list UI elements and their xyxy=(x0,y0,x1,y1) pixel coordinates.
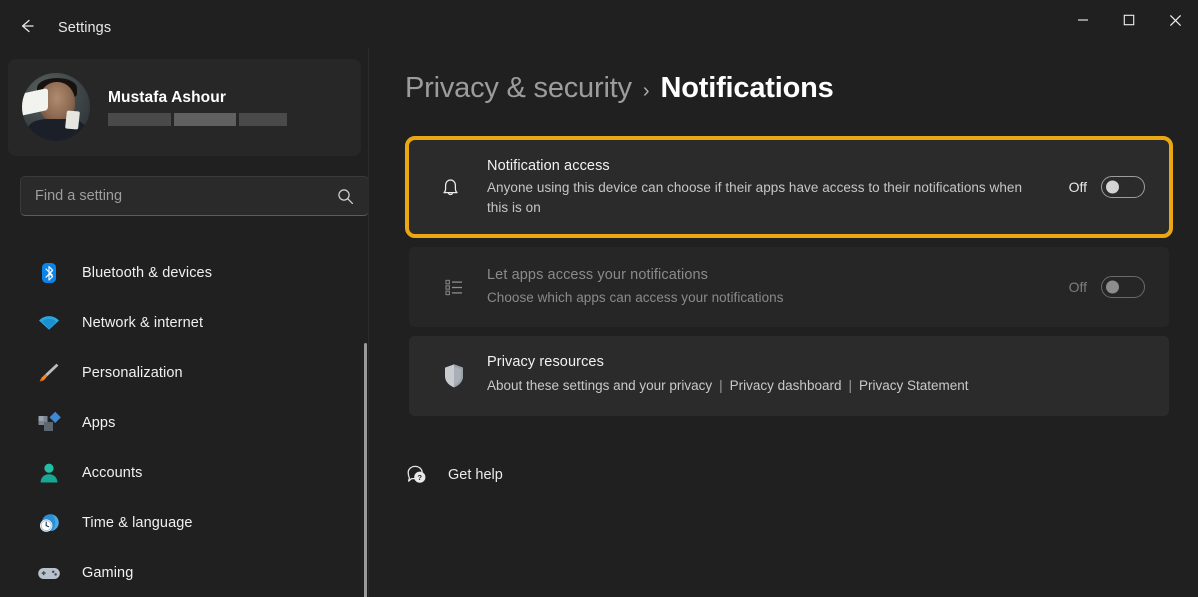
sidebar: Mustafa Ashour xyxy=(0,48,369,597)
toggle-knob xyxy=(1106,281,1119,294)
sidebar-item-label: Apps xyxy=(82,415,115,431)
link-about-settings-privacy[interactable]: About these settings and your privacy xyxy=(487,378,712,393)
back-button[interactable] xyxy=(10,13,44,39)
card-subtitle: Anyone using this device can choose if t… xyxy=(487,178,1047,218)
main-content: Privacy & security › Notifications Notif… xyxy=(369,48,1198,597)
maximize-icon xyxy=(1123,14,1135,26)
wifi-icon xyxy=(36,310,62,336)
window-controls xyxy=(1060,0,1198,40)
link-divider: | xyxy=(719,378,723,393)
close-button[interactable] xyxy=(1152,0,1198,40)
sidebar-item-label: Accounts xyxy=(82,465,142,481)
notification-access-toggle-group[interactable]: Off xyxy=(1069,176,1145,198)
apps-icon xyxy=(36,410,62,436)
toggle-state-label: Off xyxy=(1069,279,1087,295)
sidebar-item-gaming[interactable]: Gaming xyxy=(6,548,357,597)
sidebar-item-label: Personalization xyxy=(82,365,183,381)
sidebar-item-label: Network & internet xyxy=(82,315,203,331)
sidebar-item-label: Gaming xyxy=(82,565,133,581)
avatar xyxy=(22,73,90,141)
card-subtitle: Choose which apps can access your notifi… xyxy=(487,288,784,308)
search-icon[interactable] xyxy=(337,188,354,210)
let-apps-access-toggle[interactable] xyxy=(1101,276,1145,298)
sidebar-item-label: Time & language xyxy=(82,515,193,531)
let-apps-access-toggle-group[interactable]: Off xyxy=(1069,276,1145,298)
account-email-redacted xyxy=(108,113,287,126)
sidebar-nav: Bluetooth & devices Network & internet xyxy=(0,248,369,597)
get-help-label: Get help xyxy=(448,467,503,483)
app-title: Settings xyxy=(58,20,111,36)
paintbrush-icon xyxy=(36,360,62,386)
search-input[interactable] xyxy=(35,177,335,215)
card-title: Privacy resources xyxy=(487,354,604,370)
privacy-resources-card: Privacy resources About these settings a… xyxy=(409,336,1169,416)
toggle-knob xyxy=(1106,181,1119,194)
arrow-left-icon xyxy=(18,17,36,35)
breadcrumb-parent[interactable]: Privacy & security xyxy=(405,72,632,105)
list-icon xyxy=(439,272,469,302)
title-bar: Settings xyxy=(0,0,1198,48)
minimize-button[interactable] xyxy=(1060,0,1106,40)
get-help-link[interactable]: ? Get help xyxy=(404,462,503,488)
breadcrumb: Privacy & security › Notifications xyxy=(405,72,834,105)
sidebar-item-label: Bluetooth & devices xyxy=(82,265,212,281)
settings-window: Settings xyxy=(0,0,1198,597)
card-title: Let apps access your notifications xyxy=(487,267,708,283)
person-icon xyxy=(36,460,62,486)
link-privacy-statement[interactable]: Privacy Statement xyxy=(859,378,969,393)
link-privacy-dashboard[interactable]: Privacy dashboard xyxy=(730,378,842,393)
svg-text:?: ? xyxy=(418,473,423,482)
privacy-resources-links: About these settings and your privacy | … xyxy=(487,378,969,393)
sidebar-item-time-language[interactable]: Time & language xyxy=(6,498,357,548)
shield-icon xyxy=(439,361,469,391)
gamepad-icon xyxy=(36,560,62,586)
notification-access-toggle[interactable] xyxy=(1101,176,1145,198)
sidebar-scrollbar[interactable] xyxy=(364,343,367,597)
toggle-state-label: Off xyxy=(1069,179,1087,195)
clock-globe-icon xyxy=(36,510,62,536)
link-divider: | xyxy=(848,378,852,393)
sidebar-item-accounts[interactable]: Accounts xyxy=(6,448,357,498)
search-box[interactable] xyxy=(20,176,369,216)
account-name: Mustafa Ashour xyxy=(108,89,226,107)
close-icon xyxy=(1169,14,1182,27)
bell-icon xyxy=(435,172,465,202)
help-question-bubble-icon: ? xyxy=(404,462,430,488)
breadcrumb-separator-icon: › xyxy=(643,80,650,103)
account-card[interactable]: Mustafa Ashour xyxy=(8,59,361,156)
bluetooth-icon xyxy=(36,260,62,286)
maximize-button[interactable] xyxy=(1106,0,1152,40)
notification-access-card[interactable]: Notification access Anyone using this de… xyxy=(405,136,1173,238)
sidebar-item-personalization[interactable]: Personalization xyxy=(6,348,357,398)
sidebar-item-bluetooth-devices[interactable]: Bluetooth & devices xyxy=(6,248,357,298)
page-title: Notifications xyxy=(661,72,834,105)
sidebar-item-network-internet[interactable]: Network & internet xyxy=(6,298,357,348)
card-title: Notification access xyxy=(487,158,610,174)
let-apps-access-notifications-card[interactable]: Let apps access your notifications Choos… xyxy=(409,247,1169,327)
minimize-icon xyxy=(1077,14,1089,26)
sidebar-item-apps[interactable]: Apps xyxy=(6,398,357,448)
